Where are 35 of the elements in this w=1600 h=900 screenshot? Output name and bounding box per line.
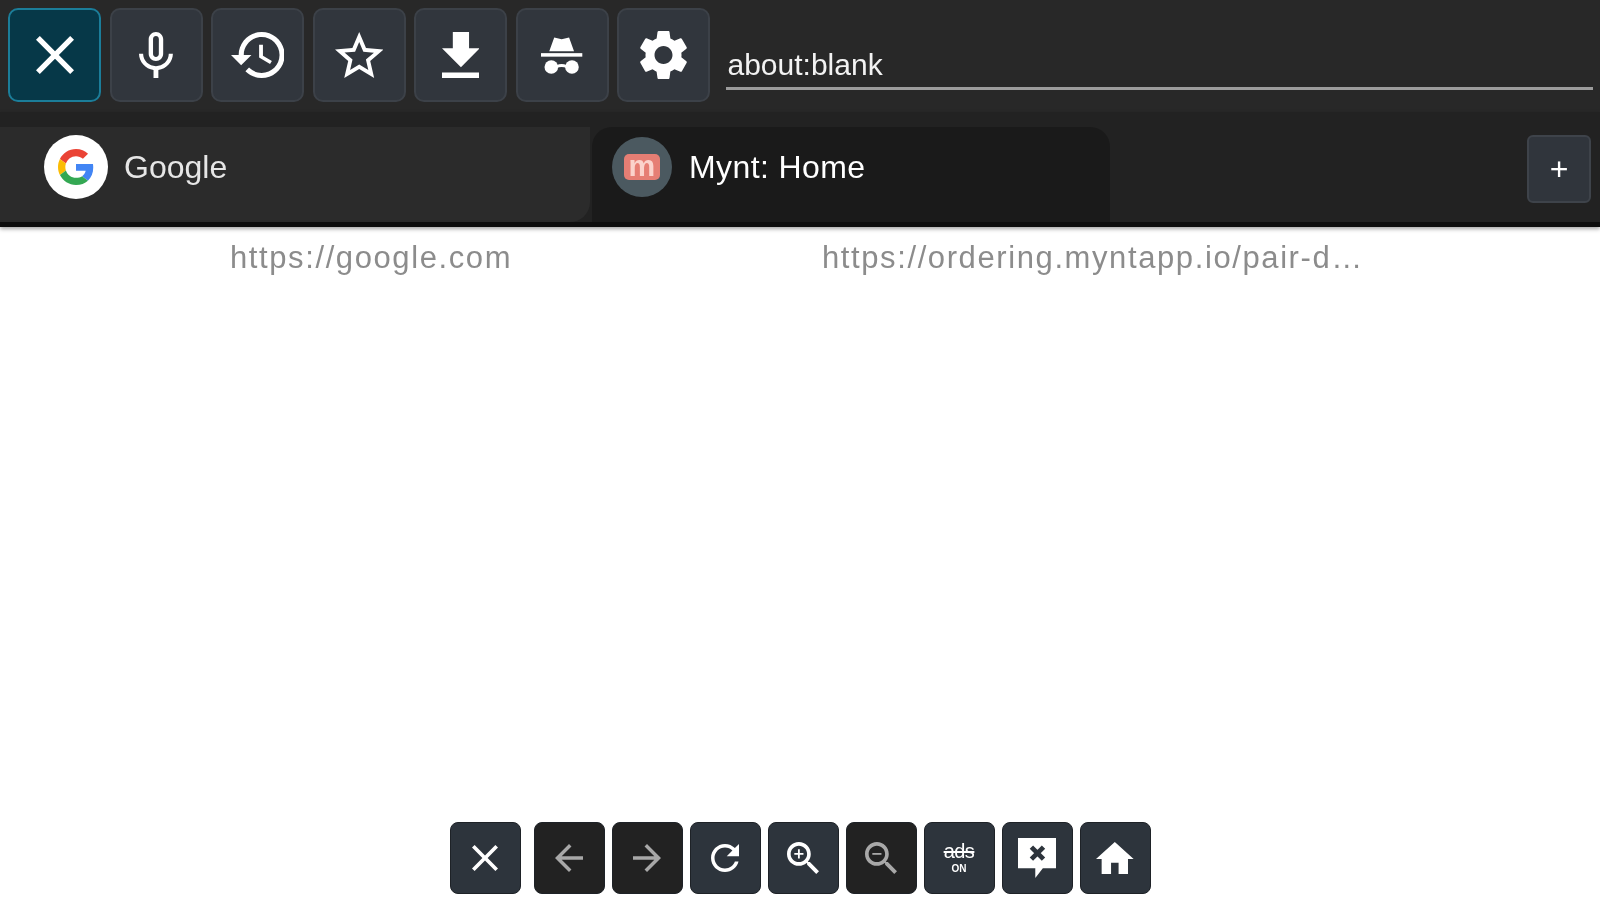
home-button[interactable]: [1079, 822, 1151, 894]
feedback-button[interactable]: [1001, 822, 1073, 894]
incognito-button[interactable]: [515, 8, 609, 102]
speech-bubble-icon: [1017, 838, 1057, 878]
tab[interactable]: m Mynt: Home: [592, 127, 1110, 222]
bookmark-button[interactable]: [312, 8, 406, 102]
arrow-left-icon: [555, 844, 583, 872]
close-button[interactable]: [8, 8, 101, 102]
settings-icon: [640, 30, 687, 80]
tab[interactable]: Google: [0, 127, 590, 222]
microphone-icon: [139, 32, 173, 78]
download-icon: [441, 32, 480, 78]
zoom-out-icon: [865, 842, 897, 874]
new-tab-button[interactable]: +: [1527, 135, 1591, 203]
zoom-in-button[interactable]: [767, 822, 839, 894]
tab-url: https://google.com: [230, 240, 513, 276]
arrow-right-icon: [633, 844, 661, 872]
home-icon: [1096, 842, 1134, 874]
download-button[interactable]: [414, 8, 507, 102]
history-button[interactable]: [211, 8, 304, 102]
reload-button[interactable]: [689, 822, 761, 894]
star-icon: [334, 32, 384, 78]
close-button[interactable]: [449, 822, 521, 894]
letter-logo-icon: m: [612, 137, 672, 197]
tab-url: https://ordering.myntapp.io/pair-d…: [822, 240, 1364, 276]
ad-block-toggle[interactable]: ads ON: [923, 822, 995, 894]
close-icon: [35, 36, 74, 74]
history-icon: [230, 32, 285, 78]
close-icon: [472, 845, 498, 871]
settings-button[interactable]: [617, 8, 710, 102]
google-logo-icon: [44, 135, 108, 199]
zoom-in-icon: [787, 842, 819, 874]
reload-icon: [711, 844, 739, 872]
microphone-button[interactable]: [109, 8, 203, 102]
hat-glasses-icon: [541, 36, 583, 74]
